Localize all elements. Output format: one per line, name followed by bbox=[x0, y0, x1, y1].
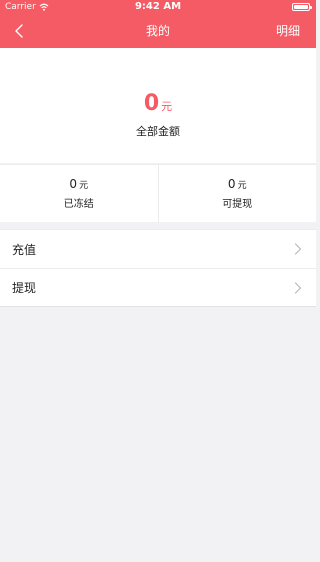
total-amount: 0 bbox=[143, 91, 160, 116]
total-amount-line: 0 元 bbox=[0, 91, 316, 117]
frozen-amount: 0 bbox=[69, 177, 78, 191]
withdrawable-unit: 元 bbox=[237, 181, 247, 191]
header: Carrier 9:42 AM 我的 明细 bbox=[0, 0, 316, 48]
nav-bar: 我的 明细 bbox=[0, 14, 316, 48]
status-bar: Carrier 9:42 AM bbox=[0, 0, 316, 14]
chevron-right-icon bbox=[294, 243, 302, 255]
withdrawable-label: 可提现 bbox=[222, 199, 253, 210]
chevron-right-icon bbox=[294, 282, 302, 294]
menu-list: 充值 提现 bbox=[0, 229, 316, 307]
page-title: 我的 bbox=[145, 24, 170, 38]
details-button[interactable]: 明细 bbox=[276, 14, 300, 48]
frozen-balance: 0 元 已冻结 bbox=[0, 165, 158, 222]
total-label: 全部金额 bbox=[136, 125, 180, 138]
frozen-label: 已冻结 bbox=[63, 199, 94, 210]
balance-split-row: 0 元 已冻结 0 元 可提现 bbox=[0, 164, 316, 222]
menu-item-label: 提现 bbox=[12, 281, 37, 295]
menu-item-recharge[interactable]: 充值 bbox=[0, 230, 316, 268]
wallet-screen: Carrier 9:42 AM 我的 明细 0 元 全部金额 0 元 已冻结 0… bbox=[0, 0, 316, 562]
total-balance-panel: 0 元 全部金额 bbox=[0, 48, 316, 163]
frozen-unit: 元 bbox=[79, 181, 89, 191]
withdrawable-balance: 0 元 可提现 bbox=[157, 165, 317, 222]
menu-item-withdraw[interactable]: 提现 bbox=[0, 268, 316, 306]
withdrawable-amount: 0 bbox=[227, 177, 236, 191]
battery-icon bbox=[292, 3, 312, 11]
menu-item-label: 充值 bbox=[12, 242, 37, 257]
status-time: 9:42 AM bbox=[134, 1, 182, 12]
total-unit: 元 bbox=[161, 100, 173, 113]
